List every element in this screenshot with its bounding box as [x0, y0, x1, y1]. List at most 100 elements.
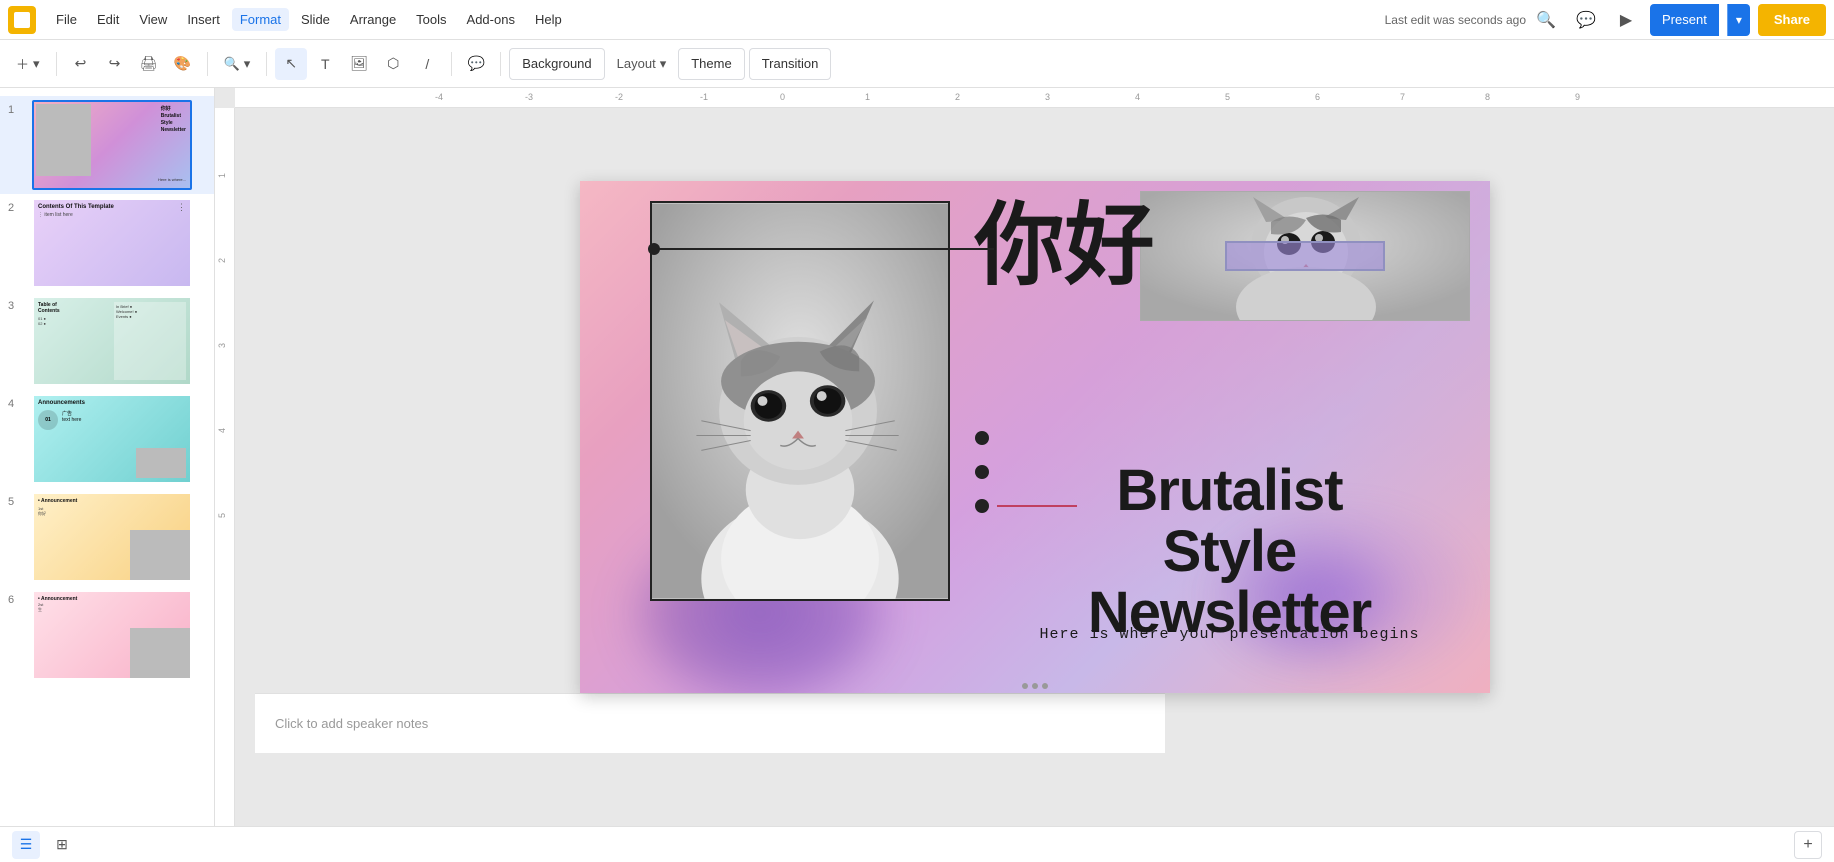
connector-line — [654, 248, 994, 250]
slide-thumb-3[interactable]: 3 Table of Contents 01 ●02 ● In Brief ●W… — [0, 292, 214, 390]
svg-text:2: 2 — [955, 92, 960, 102]
slide-panel: 1 你好BrutalistStyleNewsletter Here is whe… — [0, 88, 215, 826]
slide-img-4: Announcements 01 广告text here — [32, 394, 192, 484]
svg-text:-1: -1 — [700, 92, 708, 102]
line-tool[interactable]: / — [411, 48, 443, 80]
svg-text:0: 0 — [780, 92, 785, 102]
slide-img-2: Contents Of This Template ⋮ item list he… — [32, 198, 192, 288]
svg-text:8: 8 — [1485, 92, 1490, 102]
menu-help[interactable]: Help — [527, 8, 570, 31]
toolbar-sep-1 — [56, 52, 57, 76]
undo-button[interactable]: ↩ — [65, 48, 97, 80]
add-button[interactable]: ＋ ▾ — [8, 48, 48, 80]
slideshow-icon[interactable]: ▶ — [1610, 4, 1642, 36]
toolbar: ＋ ▾ ↩ ↪ 🖨 🎨 🔍 ▾ ↖ T 🖼 ⬡ / 💬 Background L… — [0, 40, 1834, 88]
slide-thumb-2[interactable]: 2 Contents Of This Template ⋮ item list … — [0, 194, 214, 292]
menu-view[interactable]: View — [131, 8, 175, 31]
menu-slide[interactable]: Slide — [293, 8, 338, 31]
comments-icon[interactable]: 💬 — [1570, 4, 1602, 36]
zoom-button[interactable]: 🔍 ▾ — [216, 48, 259, 80]
main-title: Brutalist Style Newsletter — [1000, 461, 1460, 644]
toolbar-group-history: ↩ ↪ 🖨 🎨 — [65, 48, 199, 80]
print-button[interactable]: 🖨 — [133, 48, 165, 80]
bullet-dot-3 — [975, 499, 989, 513]
toolbar-group-zoom: 🔍 ▾ — [216, 48, 259, 80]
svg-text:5: 5 — [1225, 92, 1230, 102]
svg-text:3: 3 — [1045, 92, 1050, 102]
bottom-bar: ☰ ⊞ + — [0, 826, 1834, 862]
slide-thumb-4[interactable]: 4 Announcements 01 广告text here — [0, 390, 214, 488]
bullet-dot-1 — [975, 431, 989, 445]
canvas-area[interactable]: 你好 Brutali — [235, 108, 1834, 826]
svg-text:1: 1 — [865, 92, 870, 102]
menu-bar: File Edit View Insert Format Slide Arran… — [0, 0, 1834, 40]
title-line-2: Style — [1000, 522, 1460, 583]
highlight-bar — [1225, 241, 1385, 271]
slide-thumb-6[interactable]: 6 • Announcement 2st 生 — [0, 586, 214, 684]
textbox-tool[interactable]: T — [309, 48, 341, 80]
transition-button[interactable]: Transition — [749, 48, 832, 80]
svg-text:-3: -3 — [525, 92, 533, 102]
ruler-vertical: 1 2 3 4 5 — [215, 108, 235, 826]
editor-area: -4 -3 -2 -1 0 1 2 3 4 5 6 7 8 9 1 2 — [215, 88, 1834, 826]
ruler-horizontal: -4 -3 -2 -1 0 1 2 3 4 5 6 7 8 9 — [235, 88, 1834, 108]
comment-tool[interactable]: 💬 — [460, 48, 492, 80]
resize-handles — [1022, 683, 1048, 689]
slide-img-5: • Announcement 1st 你好 — [32, 492, 192, 582]
toolbar-sep-2 — [207, 52, 208, 76]
small-cat-photo — [1140, 191, 1470, 321]
plus-icon: ＋ — [16, 54, 29, 73]
layout-dropdown-icon: ▾ — [660, 56, 667, 72]
zoom-icon: 🔍 — [224, 56, 240, 72]
menu-edit[interactable]: Edit — [89, 8, 127, 31]
svg-text:6: 6 — [1315, 92, 1320, 102]
add-dropdown-icon: ▾ — [33, 56, 40, 72]
menu-file[interactable]: File — [48, 8, 85, 31]
last-edit-text: Last edit was seconds ago — [1385, 13, 1526, 27]
svg-text:5: 5 — [217, 513, 227, 518]
slide-num-5: 5 — [8, 492, 24, 508]
main-photo-frame[interactable] — [650, 201, 950, 601]
filmstrip-view-button[interactable]: ☰ — [12, 831, 40, 859]
paint-format-button[interactable]: 🎨 — [167, 48, 199, 80]
slide-canvas[interactable]: 你好 Brutali — [580, 181, 1490, 693]
menu-addons[interactable]: Add-ons — [459, 8, 523, 31]
search-icon[interactable]: 🔍 — [1530, 4, 1562, 36]
shape-tool[interactable]: ⬡ — [377, 48, 409, 80]
slide-thumb-5[interactable]: 5 • Announcement 1st 你好 — [0, 488, 214, 586]
svg-text:2: 2 — [217, 258, 227, 263]
menu-format[interactable]: Format — [232, 8, 289, 31]
grid-view-button[interactable]: ⊞ — [48, 831, 76, 859]
right-column — [1140, 191, 1470, 321]
slide-num-1: 1 — [8, 100, 24, 116]
menu-arrange[interactable]: Arrange — [342, 8, 404, 31]
toolbar-group-tools: ↖ T 🖼 ⬡ / — [275, 48, 443, 80]
menu-insert[interactable]: Insert — [179, 8, 228, 31]
layout-button[interactable]: Layout ▾ — [609, 48, 675, 80]
theme-button[interactable]: Theme — [678, 48, 744, 80]
cursor-tool[interactable]: ↖ — [275, 48, 307, 80]
present-button[interactable]: Present — [1650, 4, 1719, 36]
slide-num-3: 3 — [8, 296, 24, 312]
menu-tools[interactable]: Tools — [408, 8, 454, 31]
slide-num-2: 2 — [8, 198, 24, 214]
app-icon — [8, 6, 36, 34]
speaker-notes[interactable]: Click to add speaker notes — [255, 693, 1165, 753]
redo-button[interactable]: ↪ — [99, 48, 131, 80]
toolbar-group-add: ＋ ▾ — [8, 48, 48, 80]
svg-text:4: 4 — [1135, 92, 1140, 102]
background-button[interactable]: Background — [509, 48, 604, 80]
bullet-dot-2 — [975, 465, 989, 479]
toolbar-sep-4 — [451, 52, 452, 76]
main-area: 1 你好BrutalistStyleNewsletter Here is whe… — [0, 88, 1834, 826]
slide-img-1: 你好BrutalistStyleNewsletter Here is where… — [32, 100, 192, 190]
share-button[interactable]: Share — [1758, 4, 1826, 36]
image-tool[interactable]: 🖼 — [343, 48, 375, 80]
slide-thumb-1[interactable]: 1 你好BrutalistStyleNewsletter Here is whe… — [0, 96, 214, 194]
zoom-dropdown: ▾ — [244, 56, 251, 72]
toolbar-sep-3 — [266, 52, 267, 76]
header-right: 🔍 💬 ▶ Present ▾ Share — [1530, 4, 1826, 36]
add-slide-button[interactable]: + — [1794, 831, 1822, 859]
title-line-1: Brutalist — [1000, 461, 1460, 522]
present-dropdown-button[interactable]: ▾ — [1727, 4, 1750, 36]
